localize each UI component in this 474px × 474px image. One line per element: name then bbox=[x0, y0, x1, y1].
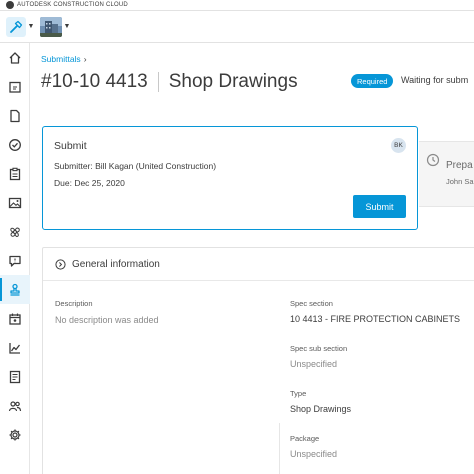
sidebar-item-photos[interactable] bbox=[0, 188, 30, 217]
general-information-header[interactable]: General information bbox=[43, 248, 474, 281]
submittal-name: Shop Drawings bbox=[168, 71, 298, 92]
general-information-panel: General information Description No descr… bbox=[42, 247, 474, 474]
check-circle-icon bbox=[9, 138, 21, 151]
type-label: Type bbox=[290, 389, 307, 398]
step-assignee: John Sa bbox=[446, 177, 474, 186]
toolbar: ▼ ▼ bbox=[0, 11, 474, 43]
members-icon bbox=[8, 400, 22, 411]
brand-name: AUTODESK CONSTRUCTION CLOUD bbox=[17, 2, 128, 8]
sidebar-item-schedule[interactable] bbox=[0, 304, 30, 333]
file-icon bbox=[10, 109, 20, 122]
collapse-icon[interactable] bbox=[55, 258, 66, 270]
model-icon bbox=[10, 226, 20, 237]
sidebar-item-rfis[interactable] bbox=[0, 246, 30, 275]
sidebar-item-sheets[interactable] bbox=[0, 72, 30, 101]
breadcrumb-separator: › bbox=[83, 54, 87, 64]
project-thumbnail[interactable] bbox=[40, 16, 62, 37]
package-label: Package bbox=[290, 434, 320, 443]
page-title: #10-10 4413 Shop Drawings bbox=[41, 69, 298, 95]
sidebar-item-settings[interactable] bbox=[0, 420, 30, 449]
stamp-icon bbox=[10, 283, 20, 296]
building-thumbnail-icon bbox=[40, 16, 62, 37]
avatar: BK bbox=[391, 138, 406, 153]
title-divider bbox=[157, 72, 159, 92]
breadcrumb-link-submittals[interactable]: Submittals bbox=[41, 54, 81, 64]
submitter-text: Submitter: Bill Kagan (United Constructi… bbox=[54, 161, 217, 171]
type-value: Shop Drawings bbox=[290, 404, 352, 414]
clock-icon bbox=[426, 153, 440, 167]
breadcrumb: Submittals › bbox=[41, 54, 87, 64]
package-value: Unspecified bbox=[290, 449, 338, 459]
section-title: General information bbox=[72, 258, 160, 270]
sidebar-item-reports[interactable] bbox=[0, 362, 30, 391]
spec-section-value: 10 4413 - FIRE PROTECTION CABINETS bbox=[290, 314, 461, 324]
spec-sub-section-label: Spec sub section bbox=[290, 344, 348, 353]
gear-icon bbox=[9, 429, 21, 440]
sidebar-item-home[interactable] bbox=[0, 43, 30, 72]
prepare-step-card[interactable]: Prepa John Sa bbox=[419, 141, 474, 207]
sidebar-item-issues[interactable] bbox=[0, 130, 30, 159]
sidebar-item-models[interactable] bbox=[0, 217, 30, 246]
chat-icon bbox=[9, 255, 21, 267]
due-date-text: Due: Dec 25, 2020 bbox=[54, 178, 125, 188]
calendar-icon bbox=[9, 313, 21, 325]
step-title: Prepa bbox=[446, 160, 473, 171]
hammer-icon bbox=[10, 20, 23, 33]
chart-icon bbox=[9, 342, 21, 354]
chevron-down-icon[interactable]: ▼ bbox=[26, 23, 36, 30]
sheets-icon bbox=[9, 81, 21, 93]
spec-sub-section-value: Unspecified bbox=[290, 359, 338, 369]
sidebar bbox=[0, 43, 30, 474]
project-chevron-down-icon[interactable]: ▼ bbox=[62, 23, 72, 30]
sidebar-item-forms[interactable] bbox=[0, 159, 30, 188]
sidebar-item-insight[interactable] bbox=[0, 333, 30, 362]
main-content: Submittals › #10-10 4413 Shop Drawings R… bbox=[31, 43, 474, 474]
submittal-number: #10-10 4413 bbox=[41, 71, 148, 92]
description-value: No description was added bbox=[55, 315, 159, 325]
column-divider bbox=[279, 423, 280, 474]
spec-section-label: Spec section bbox=[290, 299, 333, 308]
description-label: Description bbox=[55, 299, 93, 308]
sidebar-item-submittals[interactable] bbox=[0, 275, 30, 304]
submit-button[interactable]: Submit bbox=[353, 195, 406, 218]
home-icon bbox=[9, 51, 21, 64]
step-title: Submit bbox=[54, 140, 87, 152]
photo-icon bbox=[8, 197, 22, 208]
report-icon bbox=[9, 370, 21, 383]
tool-picker-button[interactable] bbox=[6, 16, 26, 37]
clipboard-icon bbox=[9, 167, 21, 180]
status-text: Waiting for subm bbox=[401, 75, 469, 85]
submit-step-card: Submit BK Submitter: Bill Kagan (United … bbox=[42, 126, 418, 230]
autodesk-logo-icon bbox=[6, 1, 14, 9]
sidebar-item-members[interactable] bbox=[0, 391, 30, 420]
brand-bar: AUTODESK CONSTRUCTION CLOUD bbox=[0, 0, 474, 11]
required-badge: Required bbox=[351, 74, 394, 88]
sidebar-item-files[interactable] bbox=[0, 101, 30, 130]
